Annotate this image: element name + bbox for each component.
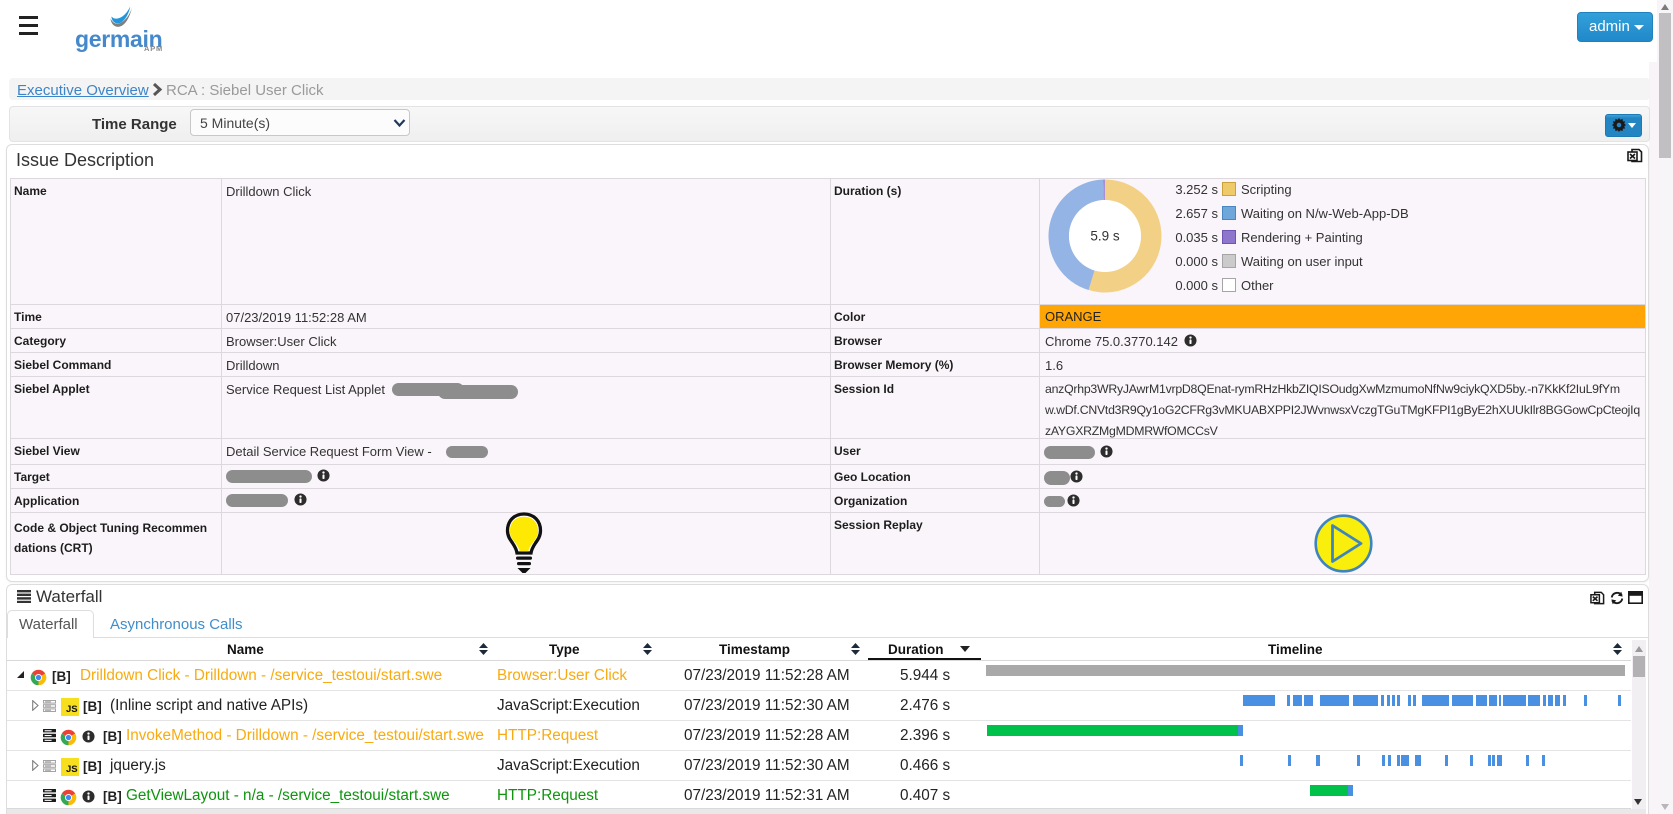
svg-text:5.9 s: 5.9 s [1090, 229, 1120, 244]
